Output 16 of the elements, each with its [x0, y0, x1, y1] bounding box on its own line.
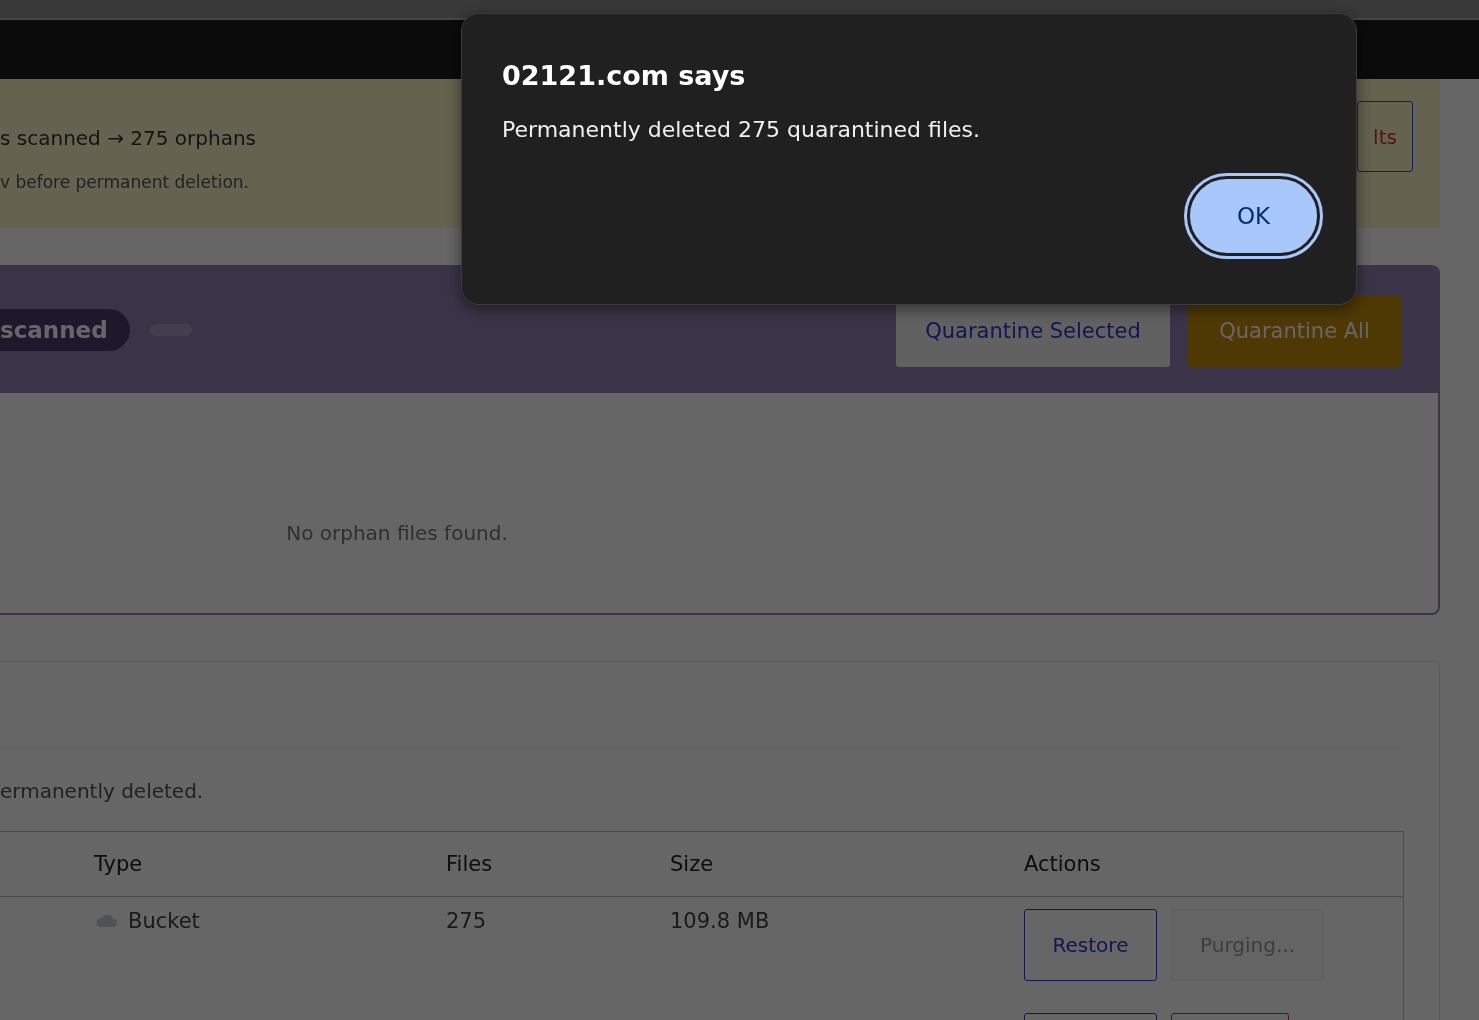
results-button[interactable]: lts: [1357, 101, 1413, 172]
quarantine-description: ermanently deleted.: [0, 779, 205, 803]
scan-summary: s scanned → 275 orphans: [0, 126, 256, 150]
table-cell: Bucket: [128, 909, 200, 933]
column-header: Size: [670, 852, 715, 876]
banner-note: v before permanent deletion.: [0, 172, 250, 192]
dialog-message: Permanently deleted 275 quarantined files.: [502, 117, 981, 142]
table-cell: 275: [446, 909, 487, 933]
restore-button[interactable]: Restore: [1024, 909, 1157, 981]
dialog-title: 02121.com says: [502, 60, 747, 91]
column-header: Actions: [1024, 852, 1101, 876]
ok-button[interactable]: OK: [1187, 176, 1320, 256]
column-header: Type: [94, 852, 144, 876]
column-header: Files: [446, 852, 494, 876]
status-pill: scanned: [0, 309, 130, 351]
table-cell: 109.8 MB: [670, 909, 770, 933]
